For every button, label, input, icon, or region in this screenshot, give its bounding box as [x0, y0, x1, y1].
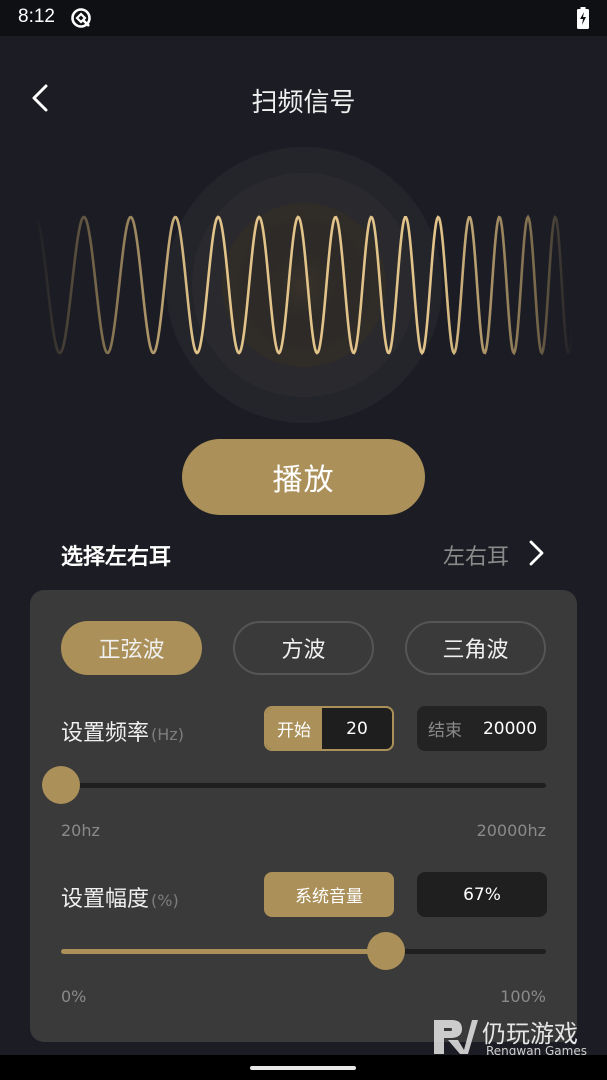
frequency-end-field[interactable]: 结束 20000: [417, 706, 547, 751]
rengwan-logo-icon: [434, 1020, 478, 1054]
amplitude-slider-track[interactable]: [61, 949, 546, 954]
amplitude-slider-fill: [61, 949, 386, 954]
home-indicator[interactable]: [250, 1066, 356, 1070]
tab-square-wave[interactable]: 方波: [233, 621, 374, 675]
frequency-start-value[interactable]: 20: [322, 708, 392, 749]
chevron-right-icon: [529, 540, 544, 566]
amplitude-unit: (%): [151, 891, 179, 910]
amplitude-max-label: 100%: [500, 987, 546, 1006]
tab-triangle-wave[interactable]: 三角波: [405, 621, 546, 675]
ear-select-row[interactable]: 选择左右耳 左右耳: [61, 535, 547, 571]
frequency-unit: (Hz): [151, 725, 184, 744]
amplitude-label: 设置幅度 (%): [61, 881, 179, 913]
battery-charging-icon: [577, 7, 589, 29]
system-volume-button[interactable]: 系统音量: [264, 872, 394, 917]
amplitude-min-label: 0%: [61, 987, 87, 1006]
amplitude-slider-thumb[interactable]: [366, 932, 405, 970]
page-title: 扫频信号: [251, 88, 356, 118]
amplitude-value[interactable]: 67%: [417, 872, 547, 917]
app-notification-icon: [71, 8, 91, 28]
settings-panel: 正弦波 方波 三角波 设置频率 (Hz) 开始 20 结束 20000 20hz …: [30, 590, 577, 1042]
frequency-label: 设置频率 (Hz): [61, 715, 184, 747]
frequency-end-value[interactable]: 20000: [473, 706, 547, 751]
frequency-label-text: 设置频率: [61, 721, 150, 746]
frequency-start-tag: 开始: [266, 708, 322, 749]
frequency-max-label: 20000hz: [476, 821, 546, 840]
tab-sine-wave[interactable]: 正弦波: [61, 621, 202, 675]
frequency-min-label: 20hz: [61, 821, 100, 840]
sweep-waveform: [34, 147, 574, 423]
status-bar: 8:12: [0, 0, 607, 36]
ear-select-value: 左右耳: [442, 545, 509, 570]
amplitude-label-text: 设置幅度: [61, 887, 150, 912]
ear-select-title: 选择左右耳: [61, 545, 172, 570]
play-button[interactable]: 播放: [182, 439, 425, 515]
status-time: 8:12: [18, 6, 55, 27]
frequency-slider-thumb[interactable]: [42, 766, 80, 804]
frequency-slider-track[interactable]: [61, 783, 546, 788]
frequency-end-tag: 结束: [428, 721, 462, 741]
frequency-start-field[interactable]: 开始 20: [264, 706, 394, 751]
